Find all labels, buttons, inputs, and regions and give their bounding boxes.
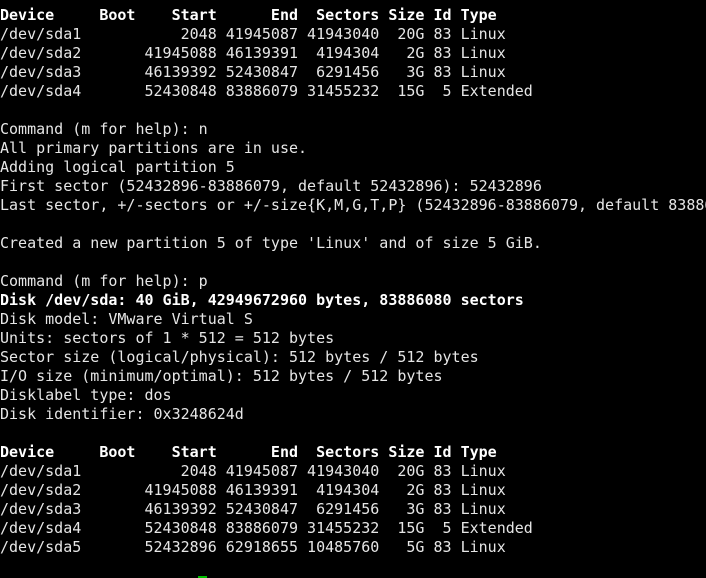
partition-row-sda1: /dev/sda1 2048 41945087 41943040 20G 83 … xyxy=(0,462,506,480)
output-created-partition: Created a new partition 5 of type 'Linux… xyxy=(0,234,542,252)
partition-row-sda3: /dev/sda3 46139392 52430847 6291456 3G 8… xyxy=(0,63,506,81)
partition-table-header: Device Boot Start End Sectors Size Id Ty… xyxy=(0,6,497,24)
partition-row-sda3: /dev/sda3 46139392 52430847 6291456 3G 8… xyxy=(0,500,506,518)
partition-row-sda1: /dev/sda1 2048 41945087 41943040 20G 83 … xyxy=(0,25,506,43)
disk-units: Units: sectors of 1 * 512 = 512 bytes xyxy=(0,329,335,347)
output-adding-logical: Adding logical partition 5 xyxy=(0,158,235,176)
partition-row-sda4: /dev/sda4 52430848 83886079 31455232 15G… xyxy=(0,82,533,100)
partition-row-sda4: /dev/sda4 52430848 83886079 31455232 15G… xyxy=(0,519,533,537)
command-prompt-new: Command (m for help): n xyxy=(0,120,208,138)
disk-label-type: Disklabel type: dos xyxy=(0,386,172,404)
command-prompt-print: Command (m for help): p xyxy=(0,272,208,290)
partition-row-sda2: /dev/sda2 41945088 46139391 4194304 2G 8… xyxy=(0,44,506,62)
partition-row-sda2: /dev/sda2 41945088 46139391 4194304 2G 8… xyxy=(0,481,506,499)
disk-sector-size: Sector size (logical/physical): 512 byte… xyxy=(0,348,479,366)
terminal-output[interactable]: Device Boot Start End Sectors Size Id Ty… xyxy=(0,6,706,578)
output-primary-in-use: All primary partitions are in use. xyxy=(0,139,308,157)
disk-io-size: I/O size (minimum/optimal): 512 bytes / … xyxy=(0,367,443,385)
disk-identifier: Disk identifier: 0x3248624d xyxy=(0,405,244,423)
prompt-last-sector: Last sector, +/-sectors or +/-size{K,M,G… xyxy=(0,196,706,214)
disk-summary: Disk /dev/sda: 40 GiB, 42949672960 bytes… xyxy=(0,291,524,309)
partition-row-sda5: /dev/sda5 52432896 62918655 10485760 5G … xyxy=(0,538,506,556)
partition-table-header: Device Boot Start End Sectors Size Id Ty… xyxy=(0,443,497,461)
prompt-first-sector: First sector (52432896-83886079, default… xyxy=(0,177,542,195)
disk-model: Disk model: VMware Virtual S xyxy=(0,310,253,328)
